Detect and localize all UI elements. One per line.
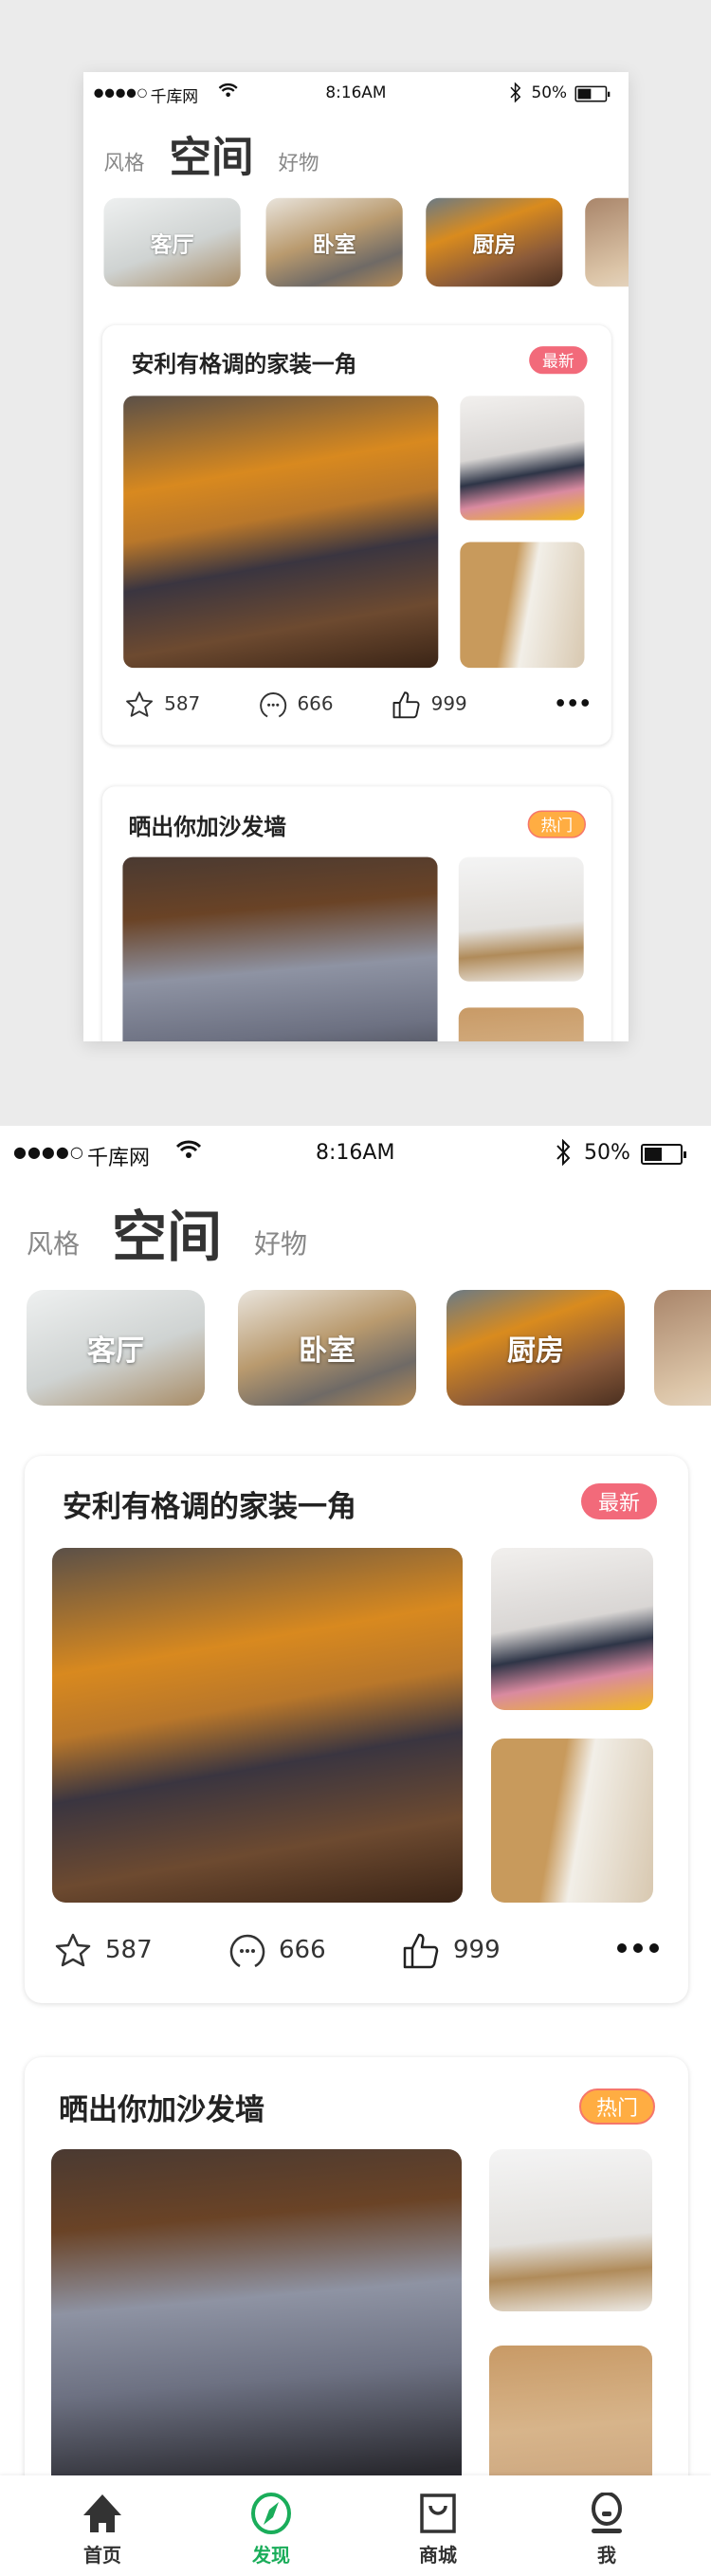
nav-shop[interactable]: 商城	[381, 2475, 495, 2576]
new-badge: 最新	[529, 346, 588, 375]
carrier-name: 千库网	[150, 87, 199, 107]
bluetooth-icon	[556, 1138, 571, 1171]
category-bedroom[interactable]: 卧室	[265, 197, 403, 287]
tab-goods[interactable]: 好物	[254, 1224, 307, 1261]
comment-count: 666	[297, 693, 334, 716]
carrier-name: 千库网	[87, 1147, 151, 1170]
like-count: 999	[430, 693, 467, 716]
category-living-room[interactable]: 客厅	[103, 197, 241, 287]
post-main-image[interactable]	[123, 396, 439, 669]
comment-icon[interactable]	[259, 690, 288, 720]
hot-badge: 热门	[579, 2088, 655, 2125]
app-screen: ●●●●○ 千库网 8:16AM 50% 风格 空间 好物 客厅 卧室 厨房 浴…	[0, 1126, 711, 2576]
status-bar: ●●●●○ 千库网 8:16AM 50%	[0, 1126, 711, 1183]
post-title: 晒出你加沙发墙	[128, 814, 286, 840]
bluetooth-icon	[509, 82, 521, 107]
post-main-image[interactable]	[51, 2149, 462, 2529]
nav-label: 发现	[252, 2544, 290, 2567]
thumbs-up-icon[interactable]	[402, 1932, 440, 1970]
category-living-room[interactable]: 客厅	[27, 1290, 205, 1406]
thumbs-up-icon[interactable]	[392, 690, 421, 720]
post-side-image[interactable]	[489, 2149, 652, 2311]
post-side-image[interactable]	[458, 856, 584, 982]
star-count: 587	[105, 1936, 153, 1964]
nav-home[interactable]: 首页	[46, 2475, 159, 2576]
nav-label: 我	[597, 2544, 616, 2567]
more-icon[interactable]	[616, 1941, 660, 1955]
status-bar: ●●●●○ 千库网 8:16AM 50%	[83, 72, 629, 116]
hot-badge: 热门	[527, 810, 586, 838]
signal-icon: ●●●●○	[93, 84, 149, 100]
post-side-image[interactable]	[458, 1007, 584, 1041]
compass-icon	[251, 2493, 291, 2534]
category-bathroom[interactable]: 浴	[654, 1290, 711, 1406]
post-card[interactable]: 安利有格调的家装一角 最新 587 666 999	[101, 324, 611, 745]
tab-goods[interactable]: 好物	[279, 147, 319, 176]
post-side-image[interactable]	[491, 1739, 653, 1903]
nav-label: 首页	[83, 2544, 121, 2567]
nav-me[interactable]: 我	[550, 2475, 664, 2576]
category-kitchen[interactable]: 厨房	[426, 197, 563, 287]
post-card[interactable]: 晒出你加沙发墙 热门	[101, 786, 611, 1041]
tab-space[interactable]: 空间	[112, 1192, 222, 1272]
battery-icon	[574, 85, 611, 102]
home-icon	[83, 2494, 121, 2532]
wifi-icon	[218, 83, 238, 102]
star-icon[interactable]	[125, 690, 155, 720]
wifi-icon	[175, 1139, 202, 1166]
post-side-image[interactable]	[460, 396, 585, 521]
user-icon	[592, 2493, 622, 2533]
more-icon[interactable]	[556, 698, 590, 708]
tab-style[interactable]: 风格	[27, 1224, 80, 1261]
clock: 8:16AM	[325, 83, 387, 102]
category-bedroom[interactable]: 卧室	[238, 1290, 416, 1406]
post-main-image[interactable]	[52, 1548, 463, 1903]
post-side-image[interactable]	[491, 1548, 653, 1710]
nav-label: 商城	[419, 2544, 457, 2567]
signal-icon: ●●●●○	[13, 1143, 84, 1161]
post-side-image[interactable]	[460, 542, 585, 669]
bottom-nav: 首页 发现 商城 我	[0, 2475, 711, 2576]
preview-screen: ●●●●○ 千库网 8:16AM 50% 风格 空间 好物 客厅 卧室 厨房 浴…	[83, 72, 629, 1041]
post-title: 安利有格调的家装一角	[63, 1490, 356, 1524]
like-count: 999	[453, 1936, 501, 1964]
new-badge: 最新	[581, 1483, 657, 1519]
battery-icon	[641, 1144, 686, 1165]
post-title: 安利有格调的家装一角	[131, 351, 357, 378]
post-main-image[interactable]	[122, 856, 438, 1041]
clock: 8:16AM	[316, 1141, 395, 1165]
shopping-bag-icon	[420, 2493, 456, 2533]
comment-icon[interactable]	[228, 1932, 266, 1970]
battery-percent: 50%	[584, 1141, 630, 1165]
star-count: 587	[164, 693, 201, 716]
tab-style[interactable]: 风格	[103, 147, 144, 176]
star-icon[interactable]	[54, 1932, 92, 1970]
preview-mockup: ●●●●○ 千库网 8:16AM 50% 风格 空间 好物 客厅 卧室 厨房 浴…	[83, 72, 629, 1041]
battery-percent: 50%	[531, 83, 567, 102]
comment-count: 666	[279, 1936, 326, 1964]
tab-space[interactable]: 空间	[170, 123, 254, 184]
nav-discover[interactable]: 发现	[214, 2475, 328, 2576]
post-title: 晒出你加沙发墙	[59, 2093, 264, 2127]
category-kitchen[interactable]: 厨房	[447, 1290, 625, 1406]
category-bathroom[interactable]: 浴	[585, 197, 629, 287]
post-card[interactable]: 安利有格调的家装一角 最新 587 666 999	[25, 1456, 688, 2003]
